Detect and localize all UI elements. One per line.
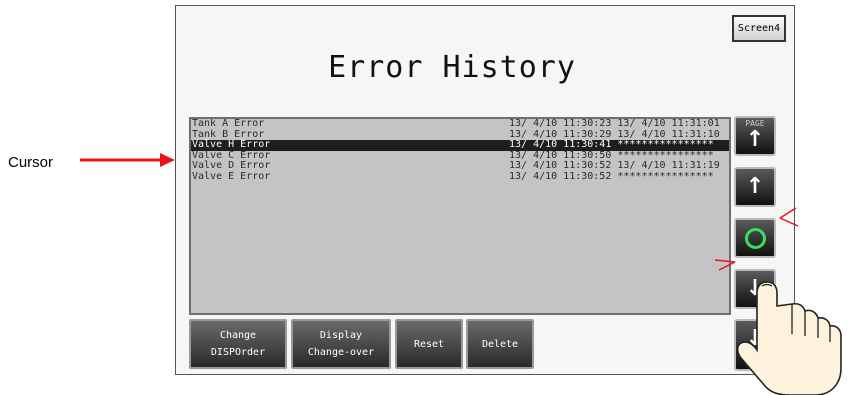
list-item-selected[interactable]: Valve H Error 13/ 4/10 11:30:41 ********… [191, 139, 729, 151]
display-change-line1: Display [319, 330, 363, 341]
list-item[interactable]: Valve E Error 13/ 4/10 11:30:52 ********… [191, 170, 729, 183]
change-display-order-button[interactable]: Change DISPOrder [189, 319, 287, 369]
page-up-button[interactable]: PAGE ↑ [734, 116, 776, 156]
display-change-over-button[interactable]: Display Change-over [291, 319, 391, 369]
arrow-up-icon: ↑ [745, 127, 765, 152]
change-order-line2: DISPOrder [210, 347, 266, 358]
error-name: Valve E Error [192, 170, 271, 182]
cursor-annotation-label: Cursor [8, 154, 54, 171]
page-up-label: PAGE [745, 119, 765, 128]
list-item[interactable]: Tank A Error 13/ 4/10 11:30:23 13/ 4/10 … [191, 119, 729, 130]
screen4-button[interactable]: Screen4 [732, 15, 786, 42]
pointing-hand-icon [736, 281, 842, 395]
page-title: Error History [328, 50, 576, 85]
hmi-screen: Screen4 Error History Tank A Error 13/ 4… [175, 5, 795, 375]
ok-button[interactable] [734, 218, 776, 258]
error-name: Valve H Error [192, 139, 271, 150]
error-times: 13/ 4/10 11:30:23 13/ 4/10 11:31:01 [509, 118, 720, 129]
error-times: 13/ 4/10 11:30:52 13/ 4/10 11:31:19 [509, 160, 720, 171]
list-item[interactable]: Valve D Error 13/ 4/10 11:30:52 13/ 4/10… [191, 160, 729, 172]
cursor-annotation-arrow [80, 153, 175, 167]
error-times: 13/ 4/10 11:30:52 **************** [509, 170, 714, 182]
error-times: 13/ 4/10 11:30:41 **************** [509, 139, 714, 150]
display-change-line2: Change-over [307, 347, 375, 358]
reset-button[interactable]: Reset [395, 319, 463, 369]
tap-indicator-icon [779, 207, 799, 227]
change-order-line1: Change [219, 330, 257, 341]
cursor-up-button[interactable]: ↑ [734, 167, 776, 207]
delete-button[interactable]: Delete [466, 319, 534, 369]
arrow-up-icon: ↑ [745, 174, 765, 199]
tap-indicator-icon [714, 259, 736, 271]
error-name: Valve D Error [192, 160, 271, 171]
green-circle-icon [744, 227, 766, 249]
error-history-list[interactable]: Tank A Error 13/ 4/10 11:30:23 13/ 4/10 … [189, 117, 731, 315]
error-name: Tank A Error [192, 118, 265, 129]
